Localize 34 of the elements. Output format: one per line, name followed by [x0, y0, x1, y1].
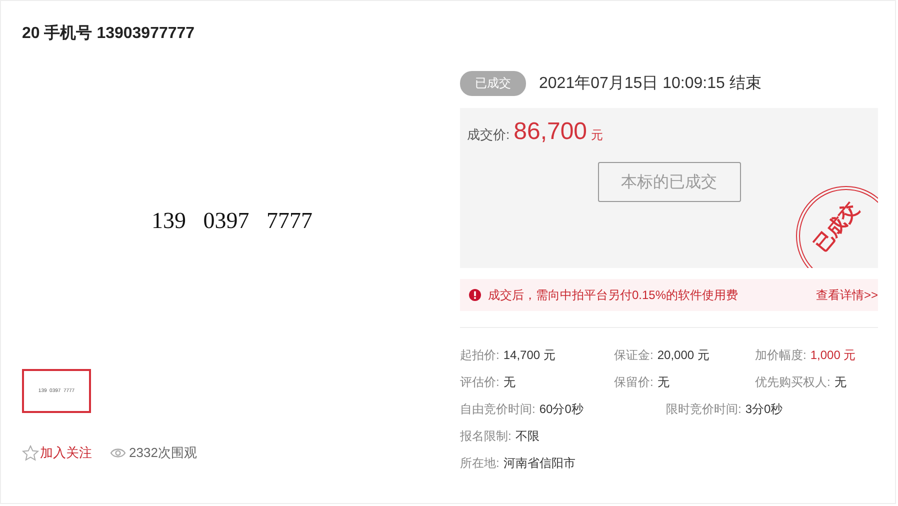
info-value: 1,000 元	[810, 347, 856, 364]
alert-icon	[469, 289, 481, 301]
info-value: 河南省信阳市	[503, 455, 576, 472]
info-value: 无	[834, 374, 846, 391]
price-value: 86,700	[514, 118, 588, 146]
info-label: 报名限制:	[460, 428, 512, 445]
info-label: 加价幅度:	[755, 347, 806, 364]
details-link[interactable]: 查看详情>>	[816, 286, 878, 304]
end-time: 2021年07月15日 10:09:15 结束	[539, 74, 762, 94]
follow-link[interactable]: 加入关注	[22, 444, 92, 462]
info-value: 3分0秒	[745, 401, 783, 418]
info-label: 保留价:	[614, 374, 654, 391]
info-label: 保证金:	[614, 347, 654, 364]
info-value: 60分0秒	[539, 401, 584, 418]
info-label: 所在地:	[460, 455, 500, 472]
price-unit: 元	[591, 127, 604, 144]
status-badge: 已成交	[460, 70, 526, 96]
phone-number-image: 139 0397 7777	[152, 208, 312, 234]
info-label: 自由竞价时间:	[460, 401, 536, 418]
price-label: 成交价:	[467, 126, 510, 144]
info-label: 优先购买权人:	[755, 374, 830, 391]
info-value: 无	[503, 374, 516, 391]
info-label: 限时竞价时间:	[666, 401, 742, 418]
notice-text: 成交后，需向中拍平台另付0.15%的软件使用费	[488, 286, 738, 304]
info-value: 不限	[515, 428, 540, 445]
info-label: 评估价:	[460, 374, 500, 391]
info-label: 起拍价:	[460, 347, 500, 364]
eye-icon	[110, 448, 126, 458]
page-title: 20 手机号 13903977777	[22, 23, 195, 44]
info-value: 14,700 元	[503, 347, 556, 364]
star-icon	[22, 445, 39, 461]
view-count: 2332次围观	[129, 444, 197, 462]
info-value: 无	[657, 374, 670, 391]
info-value: 20,000 元	[657, 347, 710, 364]
